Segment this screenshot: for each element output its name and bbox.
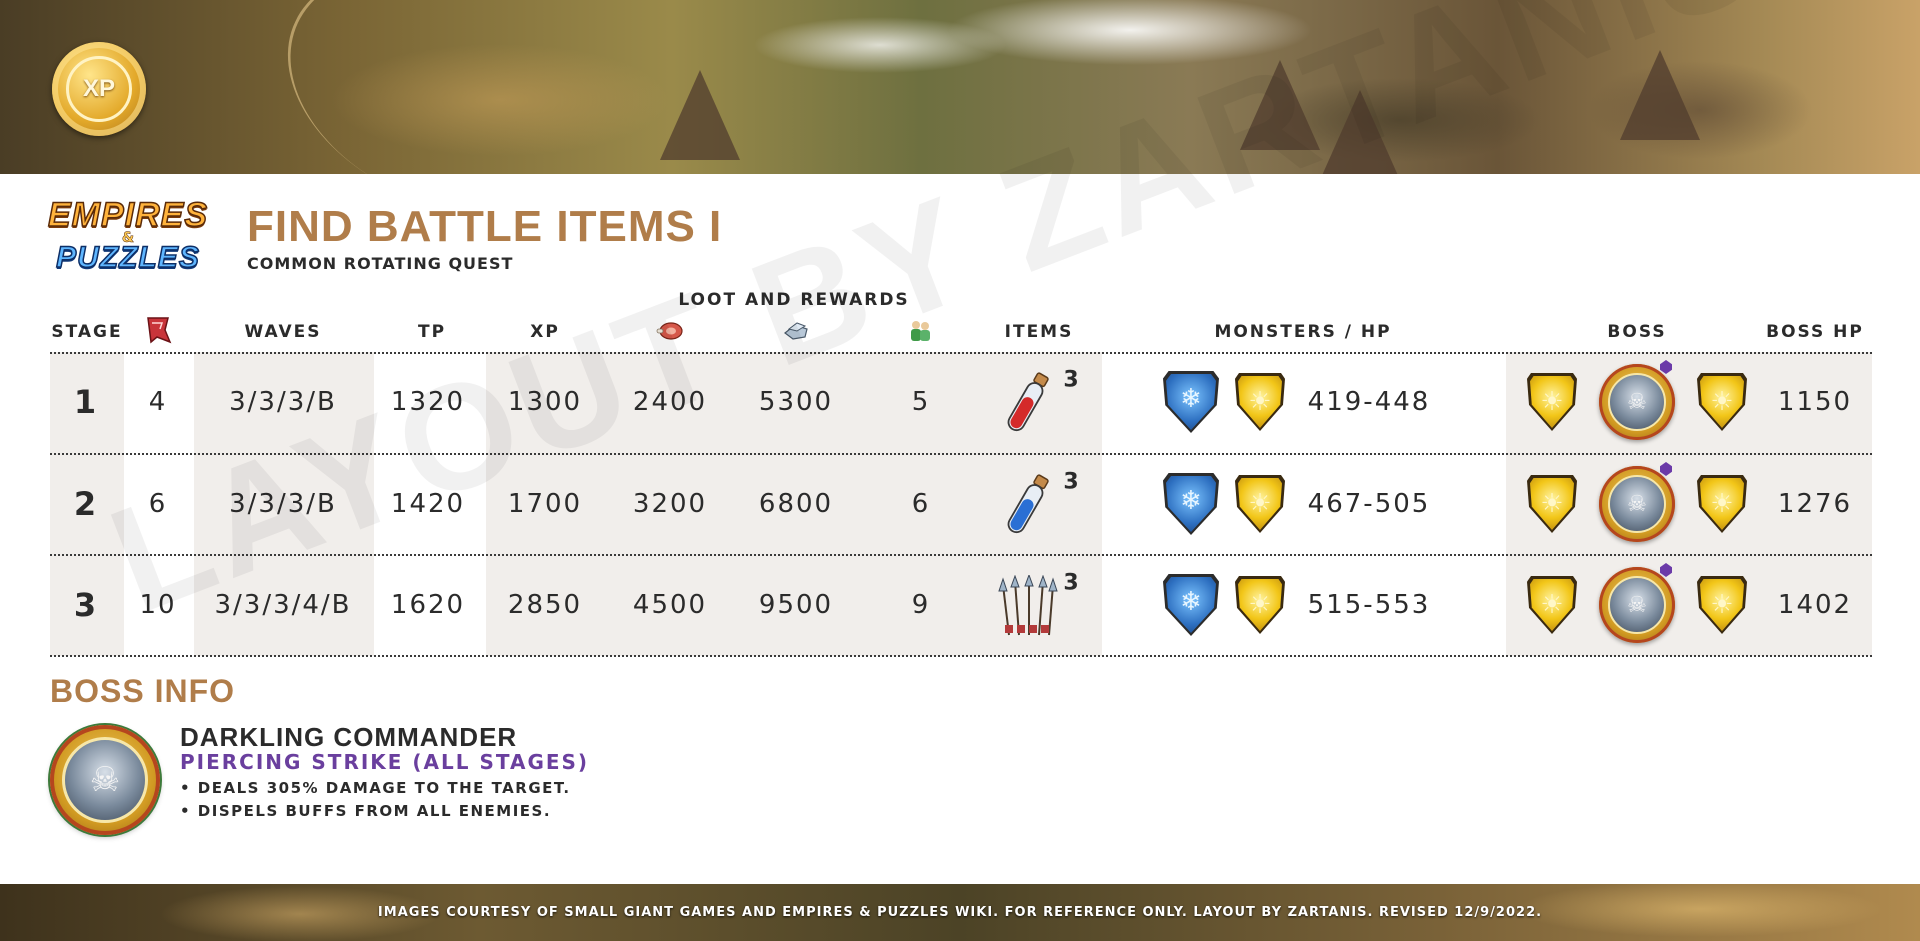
col-waves: WAVES (244, 322, 322, 342)
boss-portrait-icon: ☠ (1599, 466, 1675, 542)
xp-value: 2850 (507, 590, 583, 620)
row-separator (50, 655, 1872, 657)
recruits-value: 9 (911, 590, 931, 620)
item-count: 3 (1063, 570, 1079, 596)
stage-number: 1 (73, 383, 99, 421)
ice-shield-icon (1163, 574, 1219, 636)
col-boss-hp: BOSS HP (1766, 322, 1864, 342)
map-river (248, 0, 635, 174)
tp-value: 1320 (390, 387, 466, 417)
stage-number: 3 (73, 586, 99, 624)
map-mountain (1620, 50, 1700, 140)
boss-portrait-icon: ☠ (1599, 364, 1675, 440)
tp-value: 1620 (390, 590, 466, 620)
col-xp: XP (530, 322, 560, 342)
row-separator (50, 554, 1872, 556)
stage-number: 2 (73, 485, 99, 523)
boss-portrait-icon: ☠ (1599, 567, 1675, 643)
col-monsters-hp: MONSTERS / HP (1214, 322, 1392, 342)
recruits-value: 6 (911, 489, 931, 519)
ice-shield-icon (1163, 473, 1219, 535)
xp-value: 1300 (507, 387, 583, 417)
col-tp: TP (417, 322, 447, 342)
energy-cost: 10 (139, 590, 177, 620)
game-logo: EMPIRES & PUZZLES (46, 196, 210, 278)
boss-effect: • DEALS 305% DAMAGE TO THE TARGET. (180, 779, 571, 797)
col-items: ITEMS (1004, 322, 1074, 342)
loot-rewards-header: LOOT AND REWARDS (678, 290, 910, 310)
energy-cost: 4 (148, 387, 168, 417)
map-mountain (1320, 90, 1400, 174)
flag-icon (147, 317, 172, 344)
footer-bar: IMAGES COURTESY OF SMALL GIANT GAMES AND… (0, 884, 1920, 941)
energy-cost: 6 (148, 489, 168, 519)
blue-potion-icon (1007, 474, 1049, 534)
col-stage: STAGE (51, 322, 123, 342)
map-mountain (660, 70, 740, 160)
iron-icon (784, 322, 808, 340)
page-subtitle: COMMON ROTATING QUEST (247, 254, 514, 273)
arrows-icon (998, 575, 1058, 636)
monster-hp-range: 419-448 (1307, 387, 1431, 417)
food-value: 3200 (632, 489, 708, 519)
top-banner: XP (0, 0, 1920, 174)
holy-shield-icon: ☀ (1235, 576, 1285, 634)
xp-coin-icon: XP (52, 42, 146, 136)
boss-skill: PIERCING STRIKE (ALL STAGES) (180, 750, 590, 774)
xp-badge-label: XP (66, 56, 132, 122)
row-separator (50, 453, 1872, 455)
boss-large-portrait-icon: ☠ (50, 725, 160, 835)
red-potion-icon (1007, 372, 1049, 432)
holy-shield-icon: ☀ (1235, 373, 1285, 431)
logo-line1: EMPIRES (47, 196, 209, 234)
logo-line2: PUZZLES (55, 241, 200, 274)
boss-hp-value: 1276 (1777, 489, 1853, 519)
food-value: 4500 (632, 590, 708, 620)
item-count: 3 (1063, 469, 1079, 495)
col-boss: BOSS (1607, 322, 1667, 342)
iron-value: 6800 (758, 489, 834, 519)
recruits-value: 5 (911, 387, 931, 417)
boss-hp-value: 1402 (1777, 590, 1853, 620)
boss-info-heading: BOSS INFO (50, 673, 236, 709)
boss-name: DARKLING COMMANDER (180, 722, 518, 752)
iron-value: 9500 (758, 590, 834, 620)
footer-credit: IMAGES COURTESY OF SMALL GIANT GAMES AND… (377, 905, 1543, 920)
holy-shield-icon: ☀ (1235, 475, 1285, 533)
meat-icon (656, 322, 683, 340)
monster-hp-range: 515-553 (1307, 590, 1431, 620)
page-title: FIND BATTLE ITEMS I (247, 202, 723, 251)
boss-effect: • DISPELS BUFFS FROM ALL ENEMIES. (180, 802, 552, 820)
iron-value: 5300 (758, 387, 834, 417)
monster-hp-range: 467-505 (1307, 489, 1431, 519)
waves-value: 3/3/3/4/B (214, 590, 352, 620)
tp-value: 1420 (390, 489, 466, 519)
map-mountain (1240, 60, 1320, 150)
boss-hp-value: 1150 (1777, 387, 1853, 417)
waves-value: 3/3/3/B (229, 489, 337, 519)
ice-shield-icon (1163, 371, 1219, 433)
stage-table: 1 4 3/3/3/B 1320 1300 2400 5300 5 3 ☀ 41… (50, 352, 1872, 657)
row-separator (50, 352, 1872, 354)
item-count: 3 (1063, 367, 1079, 393)
recruit-icon (911, 321, 930, 341)
food-value: 2400 (632, 387, 708, 417)
xp-value: 1700 (507, 489, 583, 519)
waves-value: 3/3/3/B (229, 387, 337, 417)
